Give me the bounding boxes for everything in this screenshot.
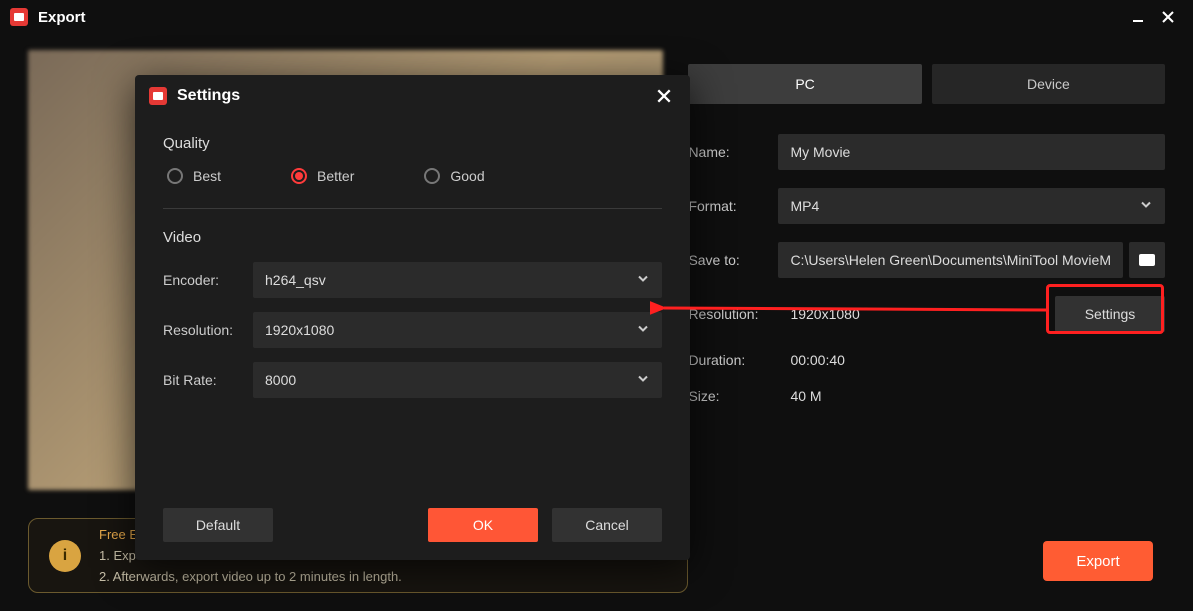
m-resolution-row: Resolution: 1920x1080	[163, 312, 662, 348]
quality-good-label: Good	[450, 168, 484, 184]
dialog-close-button[interactable]	[652, 84, 676, 108]
tab-pc[interactable]: PC	[688, 64, 921, 104]
resolution-label: Resolution:	[688, 306, 778, 322]
bitrate-label: Bit Rate:	[163, 372, 253, 388]
saveto-row: Save to: C:\Users\Helen Green\Documents\…	[688, 242, 1165, 278]
duration-row: Duration: 00:00:40	[688, 352, 1165, 368]
size-label: Size:	[688, 388, 778, 404]
browse-folder-button[interactable]	[1129, 242, 1165, 278]
output-tabs: PC Device	[688, 64, 1165, 104]
quality-section-label: Quality	[163, 135, 662, 152]
format-select[interactable]: MP4	[778, 188, 1165, 224]
format-value: MP4	[790, 198, 819, 214]
encoder-row: Encoder: h264_qsv	[163, 262, 662, 298]
size-row: Size: 40 M	[688, 388, 1165, 404]
cancel-button[interactable]: Cancel	[552, 508, 662, 542]
saveto-value: C:\Users\Helen Green\Documents\MiniTool …	[790, 252, 1111, 268]
quality-best[interactable]: Best	[167, 168, 221, 184]
encoder-select[interactable]: h264_qsv	[253, 262, 662, 298]
m-resolution-value: 1920x1080	[265, 322, 334, 338]
dialog-footer: Default OK Cancel	[135, 508, 690, 542]
m-resolution-label: Resolution:	[163, 322, 253, 338]
m-resolution-select[interactable]: 1920x1080	[253, 312, 662, 348]
format-row: Format: MP4	[688, 188, 1165, 224]
radio-icon	[291, 168, 307, 184]
tab-device[interactable]: Device	[932, 64, 1165, 104]
name-row: Name:	[688, 134, 1165, 170]
minimize-button[interactable]	[1123, 2, 1153, 32]
quality-radio-group: Best Better Good	[163, 168, 662, 184]
resolution-row: Resolution: 1920x1080 Settings	[688, 296, 1165, 332]
app-icon	[10, 8, 28, 26]
bitrate-row: Bit Rate: 8000	[163, 362, 662, 398]
folder-icon	[1139, 254, 1155, 266]
quality-good[interactable]: Good	[424, 168, 484, 184]
dialog-header: Settings	[135, 75, 690, 117]
app-icon	[149, 87, 167, 105]
divider	[163, 208, 662, 209]
bitrate-value: 8000	[265, 372, 296, 388]
export-panel: PC Device Name: Format: MP4 Save to: C:\…	[688, 50, 1165, 501]
bitrate-select[interactable]: 8000	[253, 362, 662, 398]
resolution-value: 1920x1080	[778, 306, 1055, 322]
quality-better[interactable]: Better	[291, 168, 354, 184]
info-icon: i	[49, 540, 81, 572]
default-button[interactable]: Default	[163, 508, 273, 542]
ok-button[interactable]: OK	[428, 508, 538, 542]
settings-button[interactable]: Settings	[1055, 296, 1165, 332]
name-label: Name:	[688, 144, 778, 160]
quality-better-label: Better	[317, 168, 354, 184]
encoder-label: Encoder:	[163, 272, 253, 288]
saveto-label: Save to:	[688, 252, 778, 268]
duration-label: Duration:	[688, 352, 778, 368]
settings-dialog: Settings Quality Best Better Good Video …	[135, 75, 690, 560]
size-value: 40 M	[778, 388, 821, 404]
chevron-down-icon	[636, 372, 650, 389]
close-button[interactable]	[1153, 2, 1183, 32]
quality-best-label: Best	[193, 168, 221, 184]
window-title: Export	[38, 9, 86, 26]
format-label: Format:	[688, 198, 778, 214]
video-section-label: Video	[163, 229, 662, 246]
dialog-body: Quality Best Better Good Video Encoder: …	[135, 117, 690, 398]
chevron-down-icon	[636, 322, 650, 339]
encoder-value: h264_qsv	[265, 272, 326, 288]
radio-icon	[167, 168, 183, 184]
radio-icon	[424, 168, 440, 184]
chevron-down-icon	[636, 272, 650, 289]
title-bar: Export	[0, 0, 1193, 34]
name-input[interactable]	[778, 134, 1165, 170]
notice-line-2: 2. Afterwards, export video up to 2 minu…	[99, 569, 402, 584]
export-button[interactable]: Export	[1043, 541, 1153, 581]
dialog-title: Settings	[177, 87, 240, 105]
chevron-down-icon	[1139, 198, 1153, 215]
saveto-input[interactable]: C:\Users\Helen Green\Documents\MiniTool …	[778, 242, 1123, 278]
duration-value: 00:00:40	[778, 352, 845, 368]
